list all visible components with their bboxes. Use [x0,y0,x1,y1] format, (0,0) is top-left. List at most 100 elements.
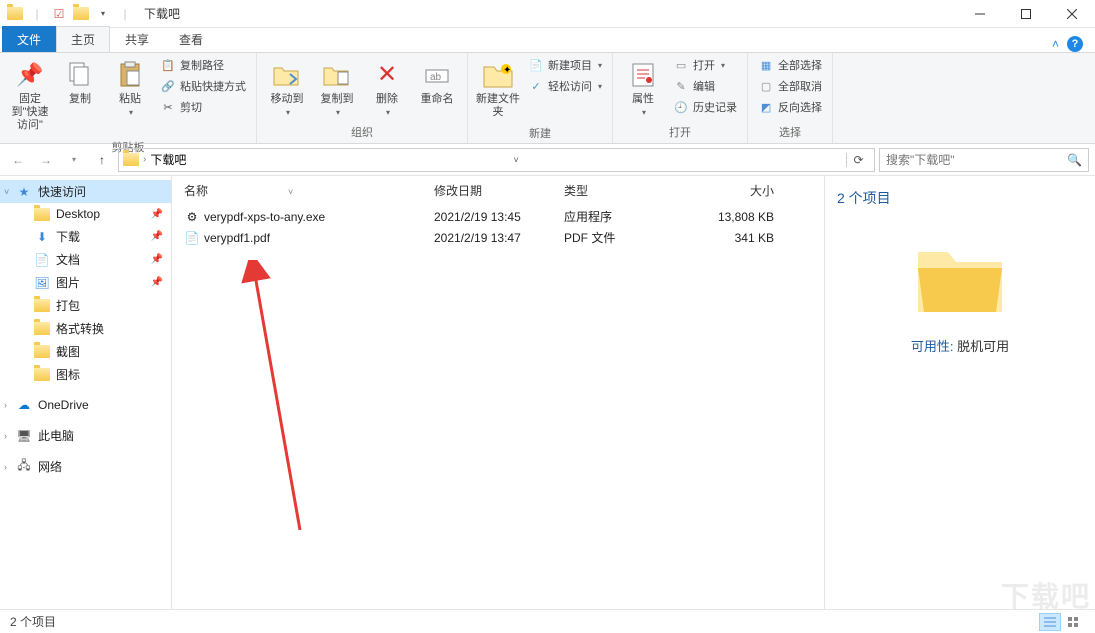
group-select-label: 选择 [754,122,826,142]
sidebar-item-onedrive[interactable]: ›☁OneDrive [0,394,171,416]
sidebar-item-thispc[interactable]: ›🖥此电脑 [0,424,171,447]
pin-icon: 📌 [151,254,163,265]
recent-dropdown[interactable]: ▾ [62,148,86,172]
edit-icon: ✎ [673,78,689,94]
moveto-button[interactable]: 移动到▾ [263,55,311,122]
tab-view[interactable]: 查看 [164,26,218,52]
sidebar-item-desktop[interactable]: Desktop📌 [0,203,171,225]
pin-to-quick-button[interactable]: 📌固定到"快速访问" [6,55,54,137]
breadcrumb-folder[interactable]: 下载吧 [150,151,186,168]
column-headers: 名称˅ 修改日期 类型 大小 [172,176,824,206]
tab-share[interactable]: 共享 [110,26,164,52]
delete-icon: ✕ [371,59,403,91]
file-name: verypdf1.pdf [204,231,270,245]
file-row[interactable]: 📄verypdf1.pdf 2021/2/19 13:47 PDF 文件 341… [172,227,824,248]
star-icon: ★ [16,184,32,200]
file-row[interactable]: ⚙verypdf-xps-to-any.exe 2021/2/19 13:45 … [172,206,824,227]
sidebar-item-icons[interactable]: 图标 [0,363,171,386]
address-dropdown-icon[interactable]: ˅ [504,155,528,165]
qat-dropdown-icon[interactable]: ▾ [94,5,112,23]
col-size-header[interactable]: 大小 [684,182,774,199]
close-button[interactable] [1049,0,1095,28]
preview-availability: 可用性: 脱机可用 [911,336,1009,355]
folder-icon [34,206,50,222]
selectall-icon: ▦ [758,57,774,73]
delete-button[interactable]: ✕删除▾ [363,55,411,122]
rename-button[interactable]: ab重命名 [413,55,461,110]
col-date-header[interactable]: 修改日期 [434,182,564,199]
sidebar: ˅★快速访问 Desktop📌 ⬇下载📌 📄文档📌 🖼图片📌 打包 格式转换 截… [0,176,172,609]
tab-file[interactable]: 文件 [2,26,56,52]
qat-check-icon[interactable]: ☑ [50,5,68,23]
col-name-header[interactable]: 名称˅ [184,182,434,199]
file-size: 341 KB [684,231,774,245]
copy-button[interactable]: 复制 [56,55,104,110]
search-input[interactable] [886,153,1067,167]
pdf-icon: 📄 [184,230,200,246]
onedrive-icon: ☁ [16,397,32,413]
cut-icon: ✂ [160,99,176,115]
open-button[interactable]: ▭打开▾ [669,55,741,75]
sidebar-item-documents[interactable]: 📄文档📌 [0,248,171,271]
svg-text:✦: ✦ [503,65,511,76]
collapse-ribbon-icon[interactable]: ˄ [1052,37,1059,51]
sidebar-item-network[interactable]: ›🖧网络 [0,455,171,478]
qat-divider: | [116,5,134,23]
forward-button[interactable]: → [34,148,58,172]
preview-count: 2 个项目 [837,188,891,208]
sidebar-item-screenshot[interactable]: 截图 [0,340,171,363]
sort-indicator: ˅ [288,187,293,197]
select-all-button[interactable]: ▦全部选择 [754,55,826,75]
folder-icon [34,321,50,337]
sidebar-item-pictures[interactable]: 🖼图片📌 [0,271,171,294]
minimize-button[interactable] [957,0,1003,28]
col-type-header[interactable]: 类型 [564,182,684,199]
edit-button[interactable]: ✎编辑 [669,76,741,96]
group-organize-label: 组织 [263,122,461,142]
picture-icon: 🖼 [34,275,50,291]
sidebar-item-quick-access[interactable]: ˅★快速访问 [0,180,171,203]
document-icon: 📄 [34,252,50,268]
sidebar-item-downloads[interactable]: ⬇下载📌 [0,225,171,248]
new-folder-button[interactable]: ✦新建文件夹 [474,55,522,123]
copy-path-button[interactable]: 📋复制路径 [156,55,250,75]
file-type: 应用程序 [564,208,684,225]
pin-icon: 📌 [14,59,46,91]
new-item-button[interactable]: 📄新建项目▾ [524,55,606,75]
exe-icon: ⚙ [184,209,200,225]
ribbon-tabs: 文件 主页 共享 查看 ˄ ? [0,28,1095,52]
copyto-icon [321,59,353,91]
paste-shortcut-button[interactable]: 🔗粘贴快捷方式 [156,76,250,96]
paste-icon [114,59,146,91]
view-icons-button[interactable] [1063,613,1085,631]
back-button[interactable]: ← [6,148,30,172]
search-icon[interactable]: 🔍 [1067,153,1082,167]
up-button[interactable]: ↑ [90,148,114,172]
search-box[interactable]: 🔍 [879,148,1089,172]
address-bar[interactable]: › 下载吧 ˅ ⟳ [118,148,875,172]
sidebar-item-pack[interactable]: 打包 [0,294,171,317]
folder-icon [34,367,50,383]
paste-button[interactable]: 粘贴▾ [106,55,154,122]
easy-access-button[interactable]: ✓轻松访问▾ [524,76,606,96]
properties-button[interactable]: 属性▾ [619,55,667,122]
view-details-button[interactable] [1039,613,1061,631]
copyto-button[interactable]: 复制到▾ [313,55,361,122]
shortcut-icon: 🔗 [160,78,176,94]
newitem-icon: 📄 [528,57,544,73]
tab-home[interactable]: 主页 [56,26,110,52]
folder-icon [123,153,139,166]
refresh-button[interactable]: ⟳ [846,153,870,167]
history-button[interactable]: 🕘历史记录 [669,97,741,117]
maximize-button[interactable] [1003,0,1049,28]
history-icon: 🕘 [673,99,689,115]
invert-selection-button[interactable]: ◩反向选择 [754,97,826,117]
pin-icon: 📌 [151,231,163,242]
pin-icon: 📌 [151,277,163,288]
folder-icon [34,344,50,360]
cut-button[interactable]: ✂剪切 [156,97,250,117]
sidebar-item-convert[interactable]: 格式转换 [0,317,171,340]
select-none-button[interactable]: ▢全部取消 [754,76,826,96]
help-icon[interactable]: ? [1067,36,1083,52]
pin-icon: 📌 [151,209,163,220]
